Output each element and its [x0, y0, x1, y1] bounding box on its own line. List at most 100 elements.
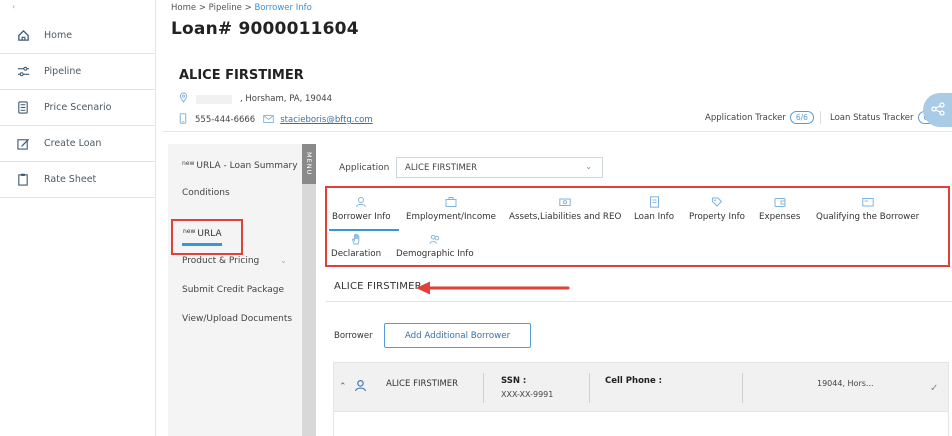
cell-phone-label: Cell Phone : [605, 376, 663, 386]
chevron-down-icon: ⌄ [280, 256, 287, 265]
nav-label: Pipeline [44, 66, 82, 77]
menu-toggle-label: MENU [302, 144, 316, 184]
nav-item-create-loan[interactable]: Create Loan [0, 126, 156, 162]
home-icon [16, 29, 30, 43]
chevron-up-icon[interactable]: ⌃ [339, 382, 347, 392]
share-icon [931, 101, 945, 120]
application-tracker[interactable]: Application Tracker 6/6 [705, 111, 814, 124]
ssn-label: SSN : [501, 376, 527, 386]
application-select[interactable]: ALICE FIRSTIMER ⌄ [396, 157, 603, 178]
breadcrumb-pipeline[interactable]: Pipeline [209, 3, 242, 13]
menu-item-view-upload-documents[interactable]: View/Upload Documents [182, 314, 292, 324]
application-tracker-label: Application Tracker [705, 112, 786, 123]
column-divider [483, 373, 484, 403]
tab-label: Property Info [689, 212, 745, 222]
column-divider [742, 373, 743, 403]
location-pin-icon [179, 92, 188, 106]
menu-item-urla[interactable]: new URLA [171, 219, 243, 255]
menu-item-label: Product & Pricing [182, 256, 260, 266]
left-nav: ‹ Home Pipeline Price Scenario Create Lo… [0, 0, 156, 436]
breadcrumb: Home > Pipeline > Borrower Info [171, 3, 312, 13]
add-additional-borrower-button[interactable]: Add Additional Borrower [384, 323, 531, 348]
tab-label: Qualifying the Borrower [816, 212, 920, 222]
menu-item-label: Submit Credit Package [182, 285, 285, 295]
borrower-label: Borrower [334, 331, 373, 341]
menu-item-label: URLA [197, 229, 222, 239]
new-badge: new [183, 228, 196, 235]
share-button[interactable] [923, 93, 952, 127]
breadcrumb-separator: > [244, 3, 252, 13]
tab-label: Declaration [331, 249, 382, 259]
menu-item-label: URLA - Loan Summary [196, 161, 298, 171]
id-card-icon [861, 196, 874, 208]
edit-icon [16, 137, 30, 151]
nav-item-rate-sheet[interactable]: Rate Sheet [0, 162, 156, 198]
tab-loan-info[interactable]: Loan Info [634, 196, 674, 222]
checkmark-icon: ✓ [930, 383, 939, 394]
application-tracker-count: 6/6 [789, 111, 814, 124]
breadcrumb-separator: > [198, 3, 206, 13]
nav-item-home[interactable]: Home [0, 18, 156, 54]
nav-label: Price Scenario [44, 102, 112, 113]
tab-employment-income[interactable]: Employment/Income [406, 196, 496, 222]
phone-icon [179, 113, 187, 127]
menu-item-urla-loan-summary[interactable]: new URLA - Loan Summary [182, 160, 298, 171]
email-link[interactable]: stacieboris@bftg.com [280, 115, 372, 125]
tab-declaration[interactable]: Declaration [331, 233, 381, 259]
phone-number: 555-444-6666 [195, 115, 256, 125]
menu-item-conditions[interactable]: Conditions [182, 188, 230, 198]
chevron-down-icon: ⌄ [585, 162, 592, 171]
nav-label: Create Loan [44, 138, 102, 149]
briefcase-icon [445, 196, 457, 208]
nav-label: Rate Sheet [44, 174, 97, 185]
address-text: , Horsham, PA, 19044 [240, 94, 333, 104]
breadcrumb-home[interactable]: Home [171, 3, 196, 13]
people-icon [429, 233, 441, 245]
tab-label: Loan Info [634, 212, 675, 222]
wallet-icon [774, 196, 786, 208]
breadcrumb-current[interactable]: Borrower Info [254, 3, 311, 13]
nav-item-price-scenario[interactable]: Price Scenario [0, 90, 156, 126]
menu-item-submit-credit-package[interactable]: Submit Credit Package [182, 285, 284, 295]
redacted-address [196, 94, 232, 104]
menu-item-product-pricing[interactable]: Product & Pricing ⌄ [182, 256, 287, 266]
hand-icon [350, 233, 362, 245]
borrower-row-address: 19044, Hors... [817, 379, 874, 388]
active-indicator [182, 243, 222, 246]
ssn-value: XXX-XX-9991 [501, 390, 554, 399]
menu-toggle[interactable]: MENU [302, 144, 316, 436]
tab-label: Assets,Liabilities and REO [509, 212, 622, 222]
application-label: Application [339, 163, 390, 173]
nav-label: Home [44, 30, 73, 41]
borrower-header-card: ALICE FIRSTIMER , Horsham, PA, 19044 555… [162, 56, 952, 132]
tab-label: Employment/Income [406, 212, 496, 222]
user-icon [354, 377, 367, 396]
tab-label: Borrower Info [332, 212, 391, 222]
address-row: , Horsham, PA, 19044 [179, 92, 332, 106]
tab-qualifying-the-borrower[interactable]: Qualifying the Borrower [816, 196, 919, 222]
sliders-icon [16, 65, 30, 79]
clipboard-icon [16, 173, 30, 187]
tab-demographic-info[interactable]: Demographic Info [396, 233, 474, 259]
calculator-icon [16, 101, 30, 115]
collapse-chevron-icon[interactable]: ‹ [12, 2, 15, 11]
tab-expenses[interactable]: Expenses [759, 196, 800, 222]
nav-item-pipeline[interactable]: Pipeline [0, 54, 156, 90]
tab-borrower-info[interactable]: Borrower Info [332, 196, 391, 222]
urla-tabs: Borrower Info Employment/Income Assets,L… [325, 186, 950, 267]
document-icon [648, 196, 660, 208]
section-title: ALICE FIRSTIMER [334, 281, 422, 292]
tab-property-info[interactable]: Property Info [689, 196, 745, 222]
user-icon [355, 196, 367, 208]
borrower-name: ALICE FIRSTIMER [179, 68, 304, 83]
menu-item-label: View/Upload Documents [182, 314, 293, 324]
column-divider [589, 373, 590, 403]
tab-assets-liabilities-reo[interactable]: Assets,Liabilities and REO [509, 196, 621, 222]
contact-row: 555-444-6666 stacieboris@bftg.com [179, 113, 373, 127]
page-title: Loan# 9000011604 [171, 19, 359, 39]
loan-status-tracker-label: Loan Status Tracker [830, 112, 914, 123]
borrower-row[interactable]: ⌃ ALICE FIRSTIMER SSN : XXX-XX-9991 Cell… [333, 362, 949, 412]
tag-icon [711, 196, 723, 208]
menu-item-label: Conditions [182, 188, 230, 198]
app-root: ‹ Home Pipeline Price Scenario Create Lo… [0, 0, 952, 436]
